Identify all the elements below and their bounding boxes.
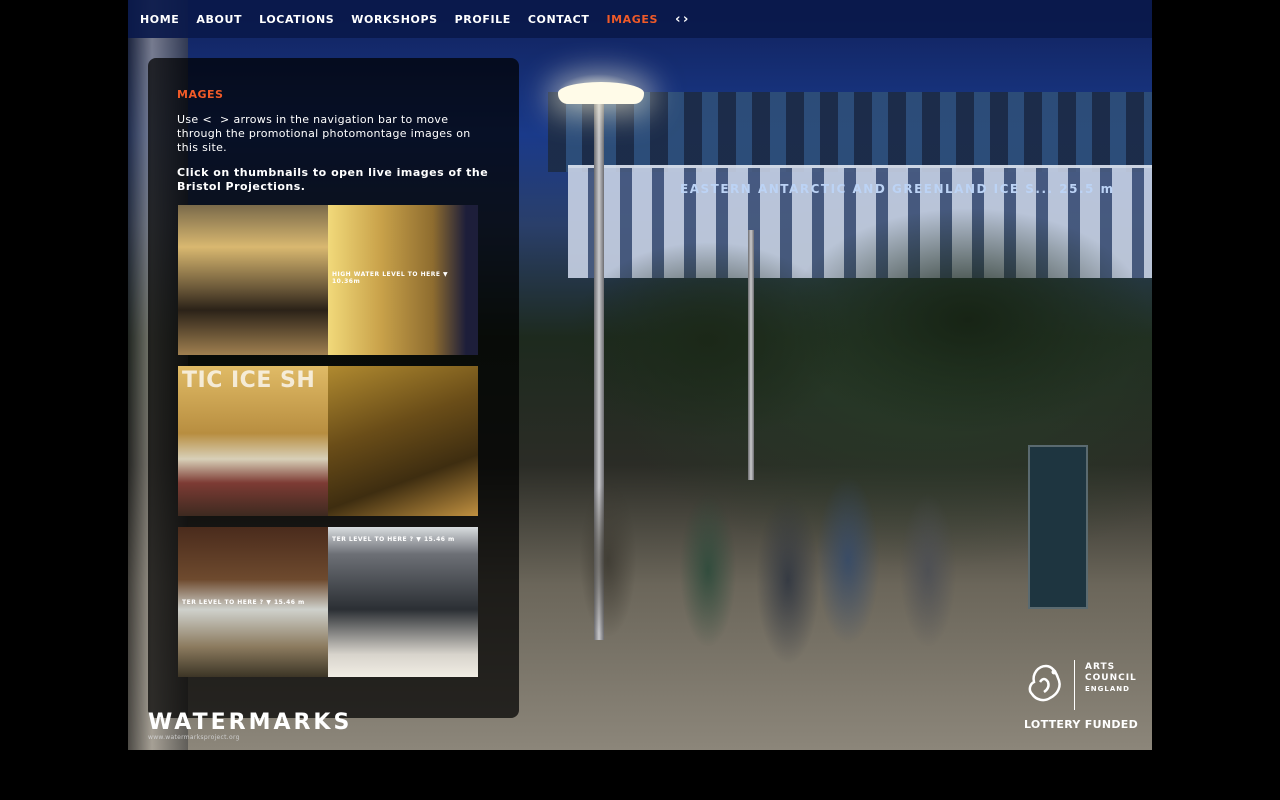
thumbnail-caption: TER LEVEL TO HERE ? ▼ 15.46 m: [332, 536, 455, 543]
thumbnail-caption: HIGH WATER LEVEL TO HERE ▼ 10.36m: [332, 271, 449, 285]
thumbnail-caption: TER LEVEL TO HERE ? ▼ 15.46 m: [182, 599, 305, 606]
thumbnail-5[interactable]: TER LEVEL TO HERE ? ▼ 15.46 m: [178, 527, 328, 677]
watermarks-logo-text: WATERMARKS: [148, 710, 353, 735]
thumbnail-4[interactable]: [328, 366, 478, 516]
arts-council-line2: COUNCIL: [1085, 673, 1137, 683]
arts-council-line1: ARTS: [1085, 662, 1116, 672]
logo-divider: [1074, 660, 1075, 710]
panel-cta: Click on thumbnails to open live images …: [177, 166, 489, 193]
thumbnail-caption: TIC ICE SH: [182, 368, 316, 393]
main-nav: HOME ABOUT LOCATIONS WORKSHOPS PROFILE C…: [128, 0, 1152, 38]
thumbnail-row: TER LEVEL TO HERE ? ▼ 15.46 m TER LEVEL …: [178, 527, 478, 677]
nav-contact[interactable]: CONTACT: [528, 13, 590, 26]
lottery-funded-text: LOTTERY FUNDED: [1024, 718, 1139, 731]
thumbnail-row: HIGH WATER LEVEL TO HERE ▼ 10.36m: [178, 205, 478, 355]
street-lamp: [558, 82, 644, 104]
background-crowd: [528, 440, 1088, 690]
lottery-hand-icon: [1028, 664, 1061, 702]
background-trees: [508, 190, 1152, 470]
desc-prefix: Use: [177, 113, 199, 126]
nav-home[interactable]: HOME: [140, 13, 179, 26]
thumbnail-6[interactable]: TER LEVEL TO HERE ? ▼ 15.46 m: [328, 527, 478, 677]
nav-workshops[interactable]: WORKSHOPS: [351, 13, 437, 26]
desc-gt: >: [219, 113, 230, 126]
desc-lt: <: [202, 113, 212, 126]
panel-title: MAGES: [177, 88, 224, 101]
thumbnail-1[interactable]: [178, 205, 328, 355]
thumbnail-2[interactable]: HIGH WATER LEVEL TO HERE ▼ 10.36m: [328, 205, 478, 355]
nav-about[interactable]: ABOUT: [196, 13, 242, 26]
nav-locations[interactable]: LOCATIONS: [259, 13, 334, 26]
nav-profile[interactable]: PROFILE: [455, 13, 511, 26]
arts-council-logo: ARTS COUNCIL ENGLAND LOTTERY FUNDED: [1021, 658, 1138, 734]
thumbnail-grid: HIGH WATER LEVEL TO HERE ▼ 10.36m TIC IC…: [178, 205, 478, 688]
nav-arrows: ‹ ›: [675, 13, 689, 26]
page-frame: EASTERN ANTARCTIC AND GREENLAND ICE S...…: [128, 0, 1152, 750]
panel-description: Use < > arrows in the navigation bar to mov…: [177, 113, 492, 155]
next-arrow-icon[interactable]: ›: [683, 13, 689, 26]
background-building: [548, 92, 1152, 172]
images-panel: MAGES Use < > arrows in the navigation bar …: [148, 58, 519, 718]
thumbnail-3[interactable]: TIC ICE SH: [178, 366, 328, 516]
nav-list: HOME ABOUT LOCATIONS WORKSHOPS PROFILE C…: [128, 0, 1152, 38]
background-signpost: [1028, 445, 1088, 609]
arts-council-line3: ENGLAND: [1085, 685, 1130, 693]
prev-arrow-icon[interactable]: ‹: [675, 13, 681, 26]
watermarks-url: www.watermarksproject.org: [148, 734, 240, 741]
arts-council-text: ARTS COUNCIL ENGLAND: [1085, 662, 1137, 695]
nav-images[interactable]: IMAGES: [606, 13, 658, 26]
thumbnail-row: TIC ICE SH: [178, 366, 478, 516]
watermarks-logo[interactable]: WATERMARKS www.watermarksproject.org: [148, 710, 368, 742]
